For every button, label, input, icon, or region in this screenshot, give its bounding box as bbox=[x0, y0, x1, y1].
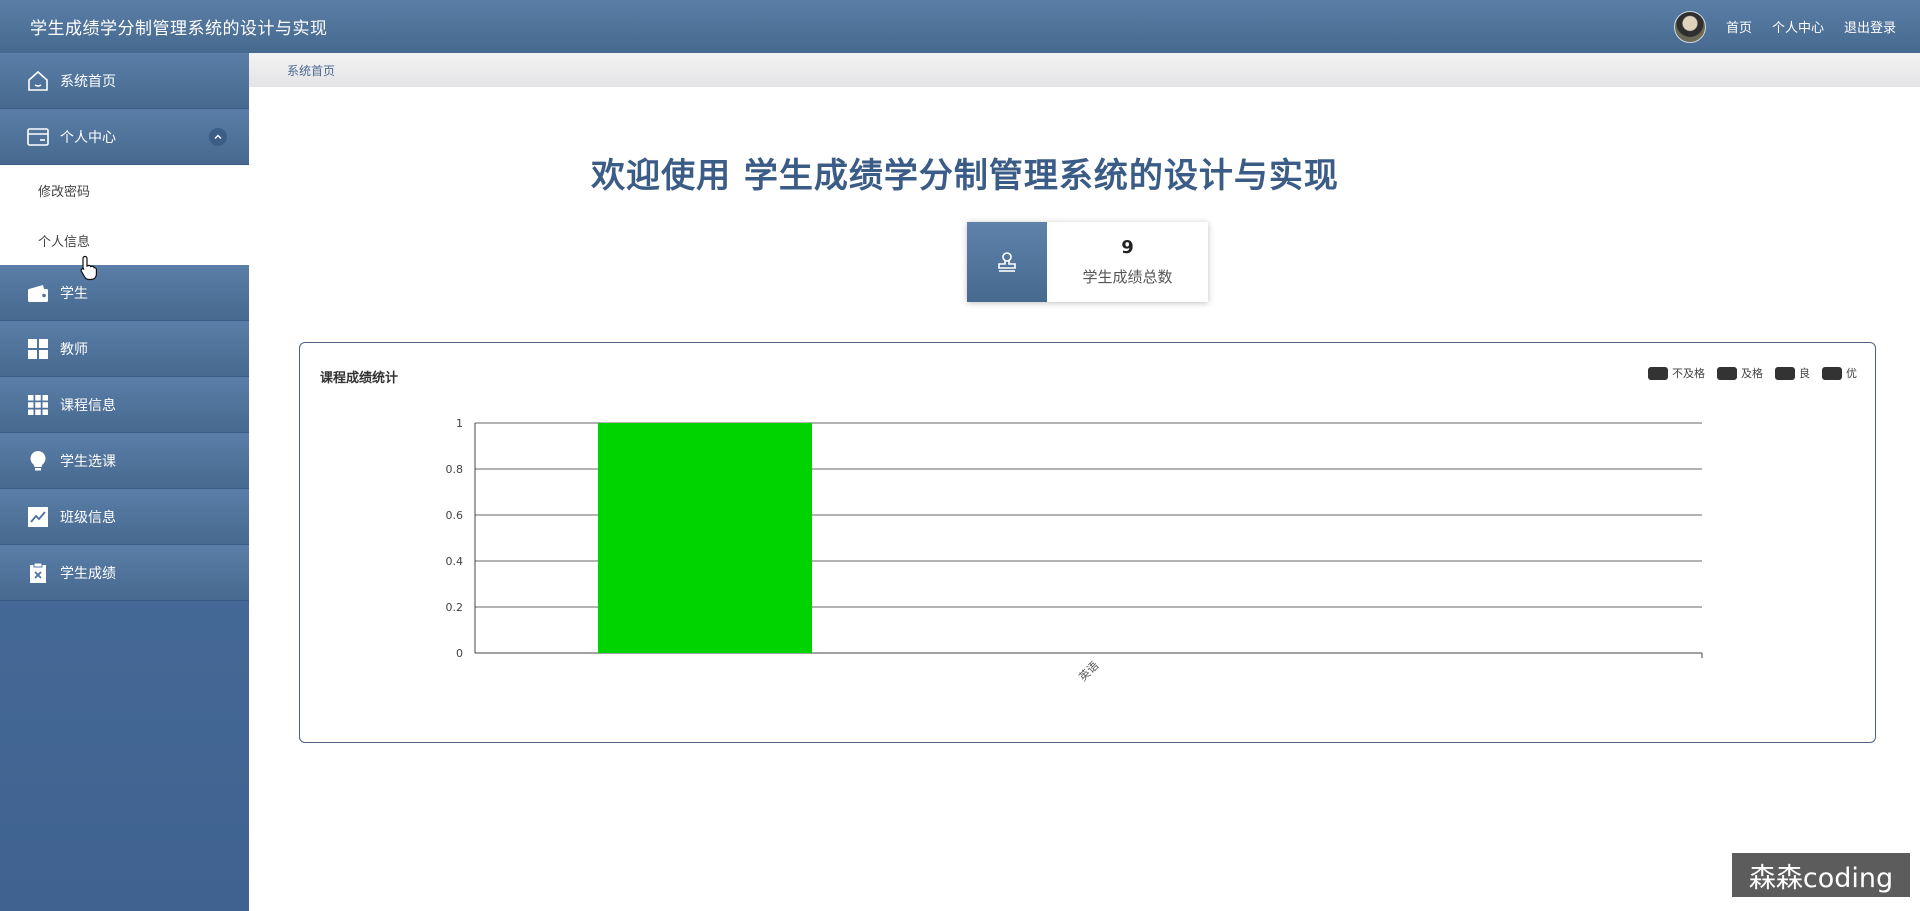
stamp-icon bbox=[967, 222, 1047, 302]
chevron-up-icon[interactable] bbox=[209, 127, 227, 146]
submenu-item-change-password[interactable]: 修改密码 bbox=[0, 165, 249, 215]
sidebar-item-home[interactable]: 系统首页 bbox=[0, 53, 249, 109]
y-tick-label: 0.4 bbox=[446, 555, 464, 568]
avatar[interactable] bbox=[1673, 10, 1706, 43]
sidebar-item-label: 学生选课 bbox=[60, 453, 116, 470]
header-actions: 首页 个人中心 退出登录 bbox=[1673, 0, 1896, 53]
sidebar: 系统首页 个人中心 修改密码 个人信息 学生 教师 课程信息 学生选课 班级信息… bbox=[0, 53, 249, 911]
chart-line-icon bbox=[26, 505, 50, 529]
chart-panel: 课程成绩统计 不及格 及格 良 优 0 0.2 0.4 0.6 0.8 1 英语 bbox=[299, 342, 1876, 743]
clipboard-icon bbox=[26, 561, 50, 585]
grid-icon bbox=[26, 337, 50, 361]
stat-card: 9 学生成绩总数 bbox=[967, 222, 1208, 302]
profile-submenu: 修改密码 个人信息 bbox=[0, 165, 249, 265]
wallet-icon bbox=[26, 281, 50, 305]
y-tick-label: 1 bbox=[456, 417, 463, 430]
card-icon bbox=[26, 125, 50, 149]
sidebar-item-profile[interactable]: 个人中心 bbox=[0, 109, 249, 165]
y-tick-label: 0.2 bbox=[446, 601, 464, 614]
bar-chart: 0 0.2 0.4 0.6 0.8 1 英语 bbox=[446, 417, 1703, 684]
top-header: 学生成绩学分制管理系统的设计与实现 首页 个人中心 退出登录 bbox=[0, 0, 1920, 53]
sidebar-item-course-selection[interactable]: 学生选课 bbox=[0, 433, 249, 489]
sidebar-item-label: 学生 bbox=[60, 285, 88, 302]
home-icon bbox=[26, 69, 50, 93]
apps-icon bbox=[26, 393, 50, 417]
y-tick-label: 0 bbox=[456, 647, 463, 660]
watermark: 森森coding bbox=[1732, 853, 1910, 897]
sidebar-item-label: 课程信息 bbox=[60, 397, 116, 414]
sidebar-item-grades[interactable]: 学生成绩 bbox=[0, 545, 249, 601]
stat-label: 学生成绩总数 bbox=[1082, 268, 1173, 286]
profile-link[interactable]: 个人中心 bbox=[1772, 17, 1824, 36]
sidebar-item-label: 学生成绩 bbox=[60, 565, 116, 582]
sidebar-item-students[interactable]: 学生 bbox=[0, 265, 249, 321]
bar bbox=[598, 423, 812, 653]
sidebar-item-courses[interactable]: 课程信息 bbox=[0, 377, 249, 433]
stat-value: 9 bbox=[1121, 237, 1134, 258]
sidebar-item-label: 班级信息 bbox=[60, 509, 116, 526]
sidebar-item-label: 教师 bbox=[60, 341, 88, 358]
logout-link[interactable]: 退出登录 bbox=[1844, 17, 1896, 36]
breadcrumb-current[interactable]: 系统首页 bbox=[287, 62, 335, 79]
submenu-item-personal-info[interactable]: 个人信息 bbox=[0, 215, 249, 265]
hand-cursor-icon bbox=[80, 255, 97, 281]
sidebar-item-label: 系统首页 bbox=[60, 73, 116, 90]
sidebar-item-classes[interactable]: 班级信息 bbox=[0, 489, 249, 545]
breadcrumb: 系统首页 bbox=[249, 53, 1920, 87]
y-tick-label: 0.6 bbox=[446, 509, 464, 522]
home-link[interactable]: 首页 bbox=[1726, 17, 1752, 36]
sidebar-item-label: 个人中心 bbox=[60, 129, 116, 146]
app-title: 学生成绩学分制管理系统的设计与实现 bbox=[30, 19, 328, 39]
sidebar-item-teachers[interactable]: 教师 bbox=[0, 321, 249, 377]
bulb-icon bbox=[26, 449, 50, 473]
stat-body: 9 学生成绩总数 bbox=[1047, 222, 1208, 302]
page-title: 欢迎使用 学生成绩学分制管理系统的设计与实现 bbox=[591, 156, 1339, 196]
y-tick-label: 0.8 bbox=[446, 463, 464, 476]
x-tick-label: 英语 bbox=[1076, 658, 1101, 683]
